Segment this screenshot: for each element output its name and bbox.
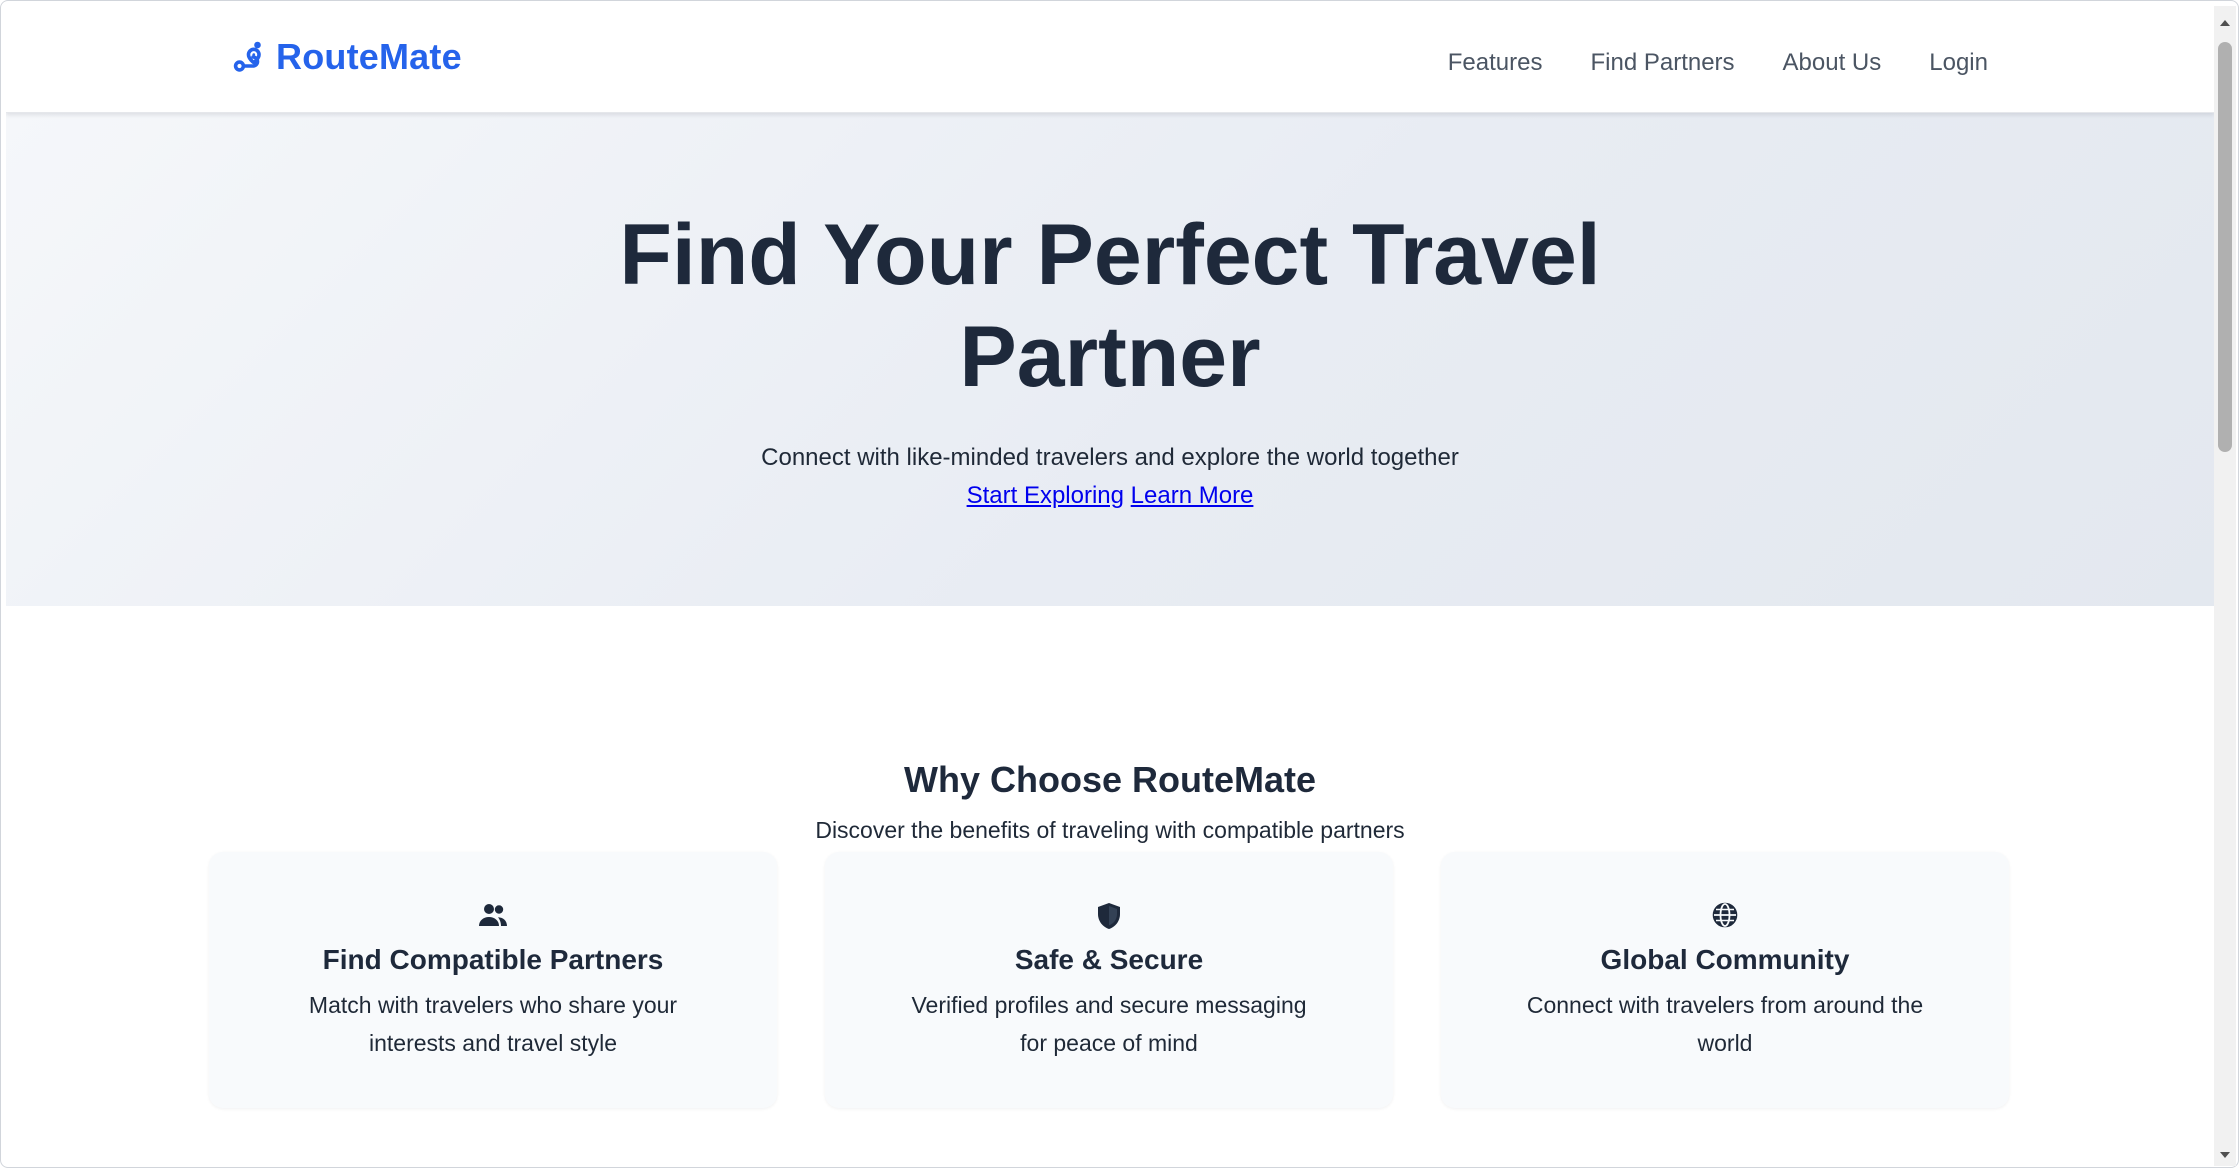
- feature-card-global-community: Global Community Connect with travelers …: [1441, 852, 2009, 1108]
- feature-cards: Find Compatible Partners Match with trav…: [209, 852, 2009, 1108]
- scroll-up-arrow-icon[interactable]: [2214, 12, 2236, 34]
- brand-name: RouteMate: [276, 36, 462, 77]
- start-exploring-link[interactable]: Start Exploring: [967, 482, 1124, 509]
- globe-icon: [1441, 902, 2009, 928]
- nav-link-features[interactable]: Features: [1448, 48, 1543, 78]
- feature-card-title: Safe & Secure: [1014, 944, 1204, 975]
- scrollbar-thumb[interactable]: [2218, 42, 2232, 452]
- feature-card-compatible-partners: Find Compatible Partners Match with trav…: [209, 852, 777, 1108]
- feature-card-safe-secure: Safe & Secure Verified profiles and secu…: [825, 852, 1393, 1108]
- site-header: RouteMate Features Find Partners About U…: [6, 6, 2214, 113]
- users-icon: [209, 902, 777, 928]
- feature-card-text: Connect with travelers from around the w…: [1526, 992, 1924, 1056]
- hero-cta-links: Start Exploring Learn More: [6, 480, 2214, 512]
- features-subtitle: Discover the benefits of traveling with …: [815, 817, 1405, 843]
- feature-card-text: Verified profiles and secure messaging f…: [911, 992, 1307, 1056]
- hero-section: Find Your Perfect Travel Partner Connect…: [6, 112, 2214, 606]
- main-nav: Features Find Partners About Us Login: [1448, 48, 1988, 78]
- feature-card-title: Global Community: [1600, 944, 1850, 975]
- feature-card-title: Find Compatible Partners: [322, 944, 664, 975]
- route-icon: [232, 39, 268, 75]
- hero-subtitle: Connect with like-minded travelers and e…: [761, 444, 1459, 471]
- vertical-scrollbar[interactable]: [2214, 6, 2236, 1166]
- nav-link-find-partners[interactable]: Find Partners: [1590, 48, 1734, 78]
- learn-more-link[interactable]: Learn More: [1131, 482, 1254, 509]
- nav-link-about-us[interactable]: About Us: [1783, 48, 1882, 78]
- features-title: Why Choose RouteMate: [903, 759, 1316, 800]
- shield-icon: [825, 902, 1393, 930]
- nav-link-login[interactable]: Login: [1929, 48, 1988, 78]
- page-viewport: RouteMate Features Find Partners About U…: [6, 6, 2214, 1166]
- scroll-down-arrow-icon[interactable]: [2214, 1144, 2236, 1166]
- brand-logo-link[interactable]: RouteMate: [232, 36, 462, 78]
- hero-title: Find Your Perfect Travel Partner: [619, 207, 1601, 405]
- feature-card-text: Match with travelers who share your inte…: [308, 992, 678, 1056]
